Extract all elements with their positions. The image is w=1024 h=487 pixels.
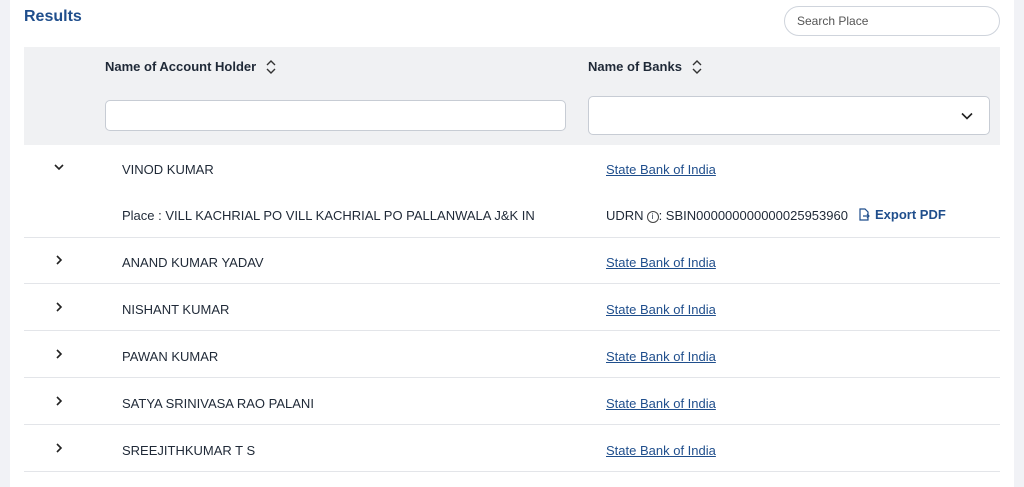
bank-link[interactable]: State Bank of India: [606, 443, 716, 458]
sort-icon[interactable]: [266, 59, 276, 74]
account-holder-name: SREEJITHKUMAR T S: [122, 443, 256, 458]
chevron-right-icon[interactable]: [53, 442, 65, 454]
bank-link[interactable]: State Bank of India: [606, 255, 716, 270]
account-holder-name: SATYA SRINIVASA RAO PALANI: [122, 396, 314, 411]
results-card: Results Name of Account Holder Name of B…: [10, 0, 1014, 487]
udrn-detail: UDRN i: SBIN000000000000025953960: [606, 208, 848, 223]
chevron-down-icon[interactable]: [53, 161, 65, 173]
info-icon[interactable]: i: [646, 210, 659, 223]
chevron-right-icon[interactable]: [53, 254, 65, 266]
search-place-input[interactable]: [784, 6, 1000, 36]
table-row[interactable]: SATYA SRINIVASA RAO PALANI State Bank of…: [24, 379, 1000, 425]
account-holder-name: PAWAN KUMAR: [122, 349, 219, 364]
document-export-icon: [859, 208, 870, 221]
table-row[interactable]: PAWAN KUMAR State Bank of India: [24, 332, 1000, 378]
udrn-value: : SBIN000000000000025953960: [658, 208, 848, 223]
sort-icon[interactable]: [692, 59, 702, 74]
table-header: Name of Account Holder Name of Banks: [24, 47, 1000, 145]
bank-link[interactable]: State Bank of India: [606, 349, 716, 364]
table-row[interactable]: NISHANT KUMAR State Bank of India: [24, 285, 1000, 331]
udrn-label: UDRN: [606, 208, 644, 223]
chevron-right-icon[interactable]: [53, 395, 65, 407]
chevron-right-icon[interactable]: [53, 348, 65, 360]
account-holder-name: ANAND KUMAR YADAV: [122, 255, 264, 270]
column-label: Name of Account Holder: [105, 59, 257, 74]
account-holder-filter-input[interactable]: [105, 100, 566, 131]
table-row-expanded: VINOD KUMAR State Bank of India Place : …: [24, 145, 1000, 238]
bank-filter-select[interactable]: [588, 96, 990, 135]
bank-link[interactable]: State Bank of India: [606, 302, 716, 317]
page-title: Results: [24, 8, 82, 25]
column-header-account-holder[interactable]: Name of Account Holder: [105, 59, 276, 74]
bank-link[interactable]: State Bank of India: [606, 396, 716, 411]
table-row[interactable]: ANAND KUMAR YADAV State Bank of India: [24, 238, 1000, 284]
column-label: Name of Banks: [588, 59, 682, 74]
export-pdf-button[interactable]: Export PDF: [858, 207, 946, 222]
column-header-banks[interactable]: Name of Banks: [588, 59, 702, 74]
chevron-down-icon: [961, 112, 973, 120]
account-holder-name: VINOD KUMAR: [122, 162, 214, 177]
table-row[interactable]: SREEJITHKUMAR T S State Bank of India: [24, 426, 1000, 472]
chevron-right-icon[interactable]: [53, 301, 65, 313]
place-detail: Place : VILL KACHRIAL PO VILL KACHRIAL P…: [122, 208, 535, 223]
account-holder-name: NISHANT KUMAR: [122, 302, 230, 317]
export-pdf-label: Export PDF: [875, 207, 946, 222]
bank-link[interactable]: State Bank of India: [606, 162, 716, 177]
